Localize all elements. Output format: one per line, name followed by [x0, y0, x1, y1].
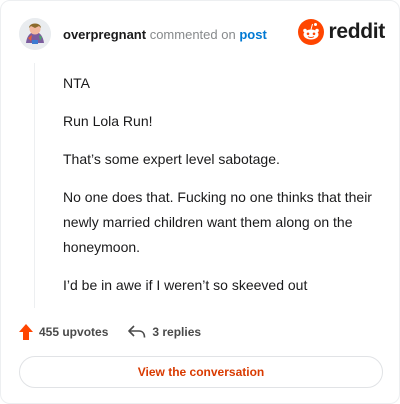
reply-icon: [128, 325, 146, 338]
comment-card: overpregnant commented on post reddit NT…: [0, 0, 400, 404]
comment-paragraph: No one does that. Fucking no one thinks …: [63, 189, 372, 255]
post-link[interactable]: post: [239, 27, 266, 42]
username-link[interactable]: overpregnant: [63, 27, 146, 42]
avatar-image: [19, 18, 51, 50]
reddit-brand[interactable]: reddit: [298, 19, 385, 45]
upvote-icon: [19, 324, 33, 340]
reply-count: 3 replies: [152, 325, 202, 339]
comment-paragraph: Run Lola Run!: [63, 113, 153, 129]
comment-paragraph: I’d be in awe if I weren’t so skeeved ou…: [63, 277, 308, 293]
action-text: commented on: [149, 26, 236, 42]
comment-actions: 455 upvotes 3 replies: [19, 321, 201, 343]
upvote-count: 455 upvotes: [39, 325, 109, 339]
thread-line: [34, 63, 35, 308]
comment-byline: overpregnant commented on post: [63, 27, 267, 42]
reply-button[interactable]: 3 replies: [128, 325, 201, 339]
comment-paragraph: NTA: [63, 75, 90, 91]
avatar[interactable]: [19, 18, 51, 50]
comment-paragraph: That’s some expert level sabotage.: [63, 151, 280, 167]
view-conversation-label: View the conversation: [137, 365, 265, 379]
comment-header: overpregnant commented on post reddit: [19, 17, 385, 51]
reddit-wordmark: reddit: [328, 20, 385, 43]
upvote-button[interactable]: 455 upvotes: [19, 324, 108, 340]
comment-body: NTA Run Lola Run! That’s some expert lev…: [63, 71, 385, 311]
reddit-logo-icon: [298, 19, 325, 45]
view-conversation-button[interactable]: View the conversation: [19, 356, 383, 388]
